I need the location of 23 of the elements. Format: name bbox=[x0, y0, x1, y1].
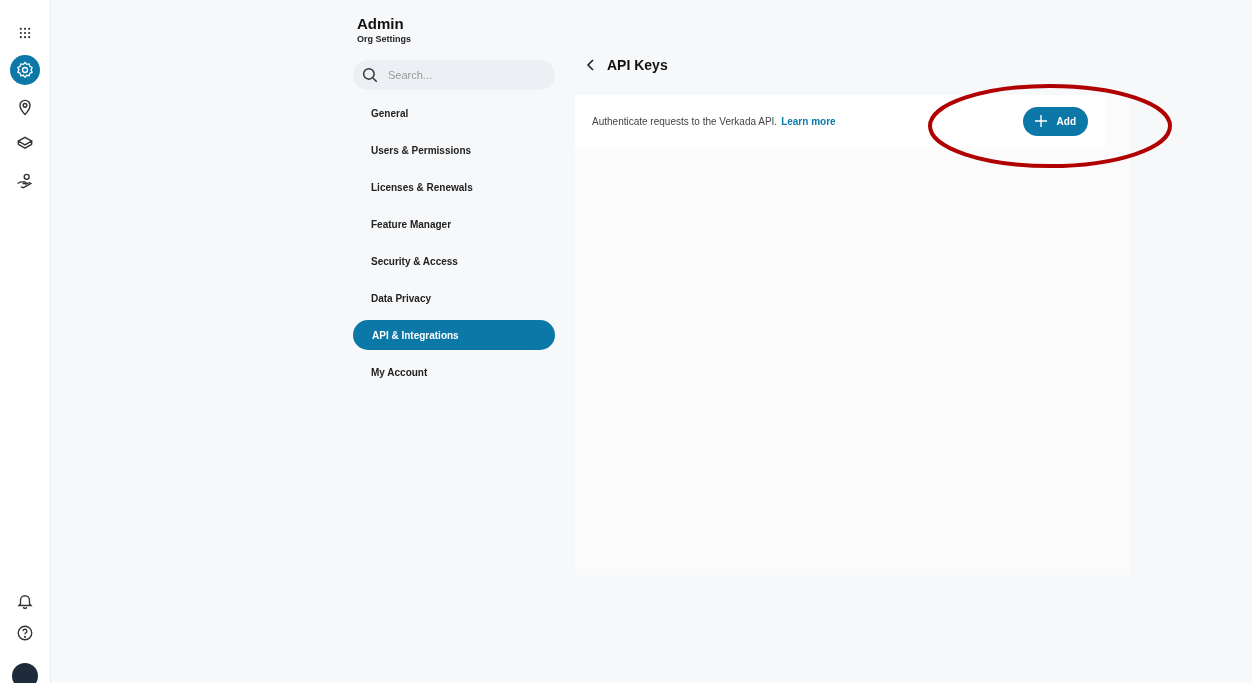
nav-item[interactable]: Users & Permissions bbox=[353, 135, 555, 165]
description-text: Authenticate requests to the Verkada API. bbox=[592, 114, 778, 129]
page-subheading: Org Settings bbox=[357, 33, 412, 45]
nav-item[interactable]: Licenses & Renewals bbox=[353, 172, 555, 202]
search-field[interactable]: Search... bbox=[353, 60, 555, 90]
bell-icon[interactable] bbox=[16, 592, 34, 610]
page-heading: Admin bbox=[357, 15, 405, 33]
nav-item[interactable]: Security & Access bbox=[353, 246, 555, 276]
section-title: API Keys bbox=[607, 55, 668, 75]
learn-more-link[interactable]: Learn more bbox=[781, 113, 836, 129]
plus-icon bbox=[1034, 115, 1047, 127]
nav-item[interactable]: General bbox=[353, 98, 555, 128]
nav-item[interactable]: Data Privacy bbox=[353, 283, 555, 313]
help-icon[interactable] bbox=[16, 624, 34, 642]
settings-icon bbox=[15, 60, 35, 80]
nav-item[interactable]: API & Integrations bbox=[353, 320, 555, 350]
selected-rail-button[interactable] bbox=[10, 55, 40, 85]
avatar[interactable] bbox=[12, 663, 38, 683]
nav-item[interactable]: Feature Manager bbox=[353, 209, 555, 239]
nav-item[interactable]: My Account bbox=[353, 357, 555, 387]
back-icon[interactable] bbox=[585, 58, 597, 72]
add-button[interactable]: Add bbox=[1022, 106, 1088, 136]
search-icon bbox=[361, 66, 379, 84]
